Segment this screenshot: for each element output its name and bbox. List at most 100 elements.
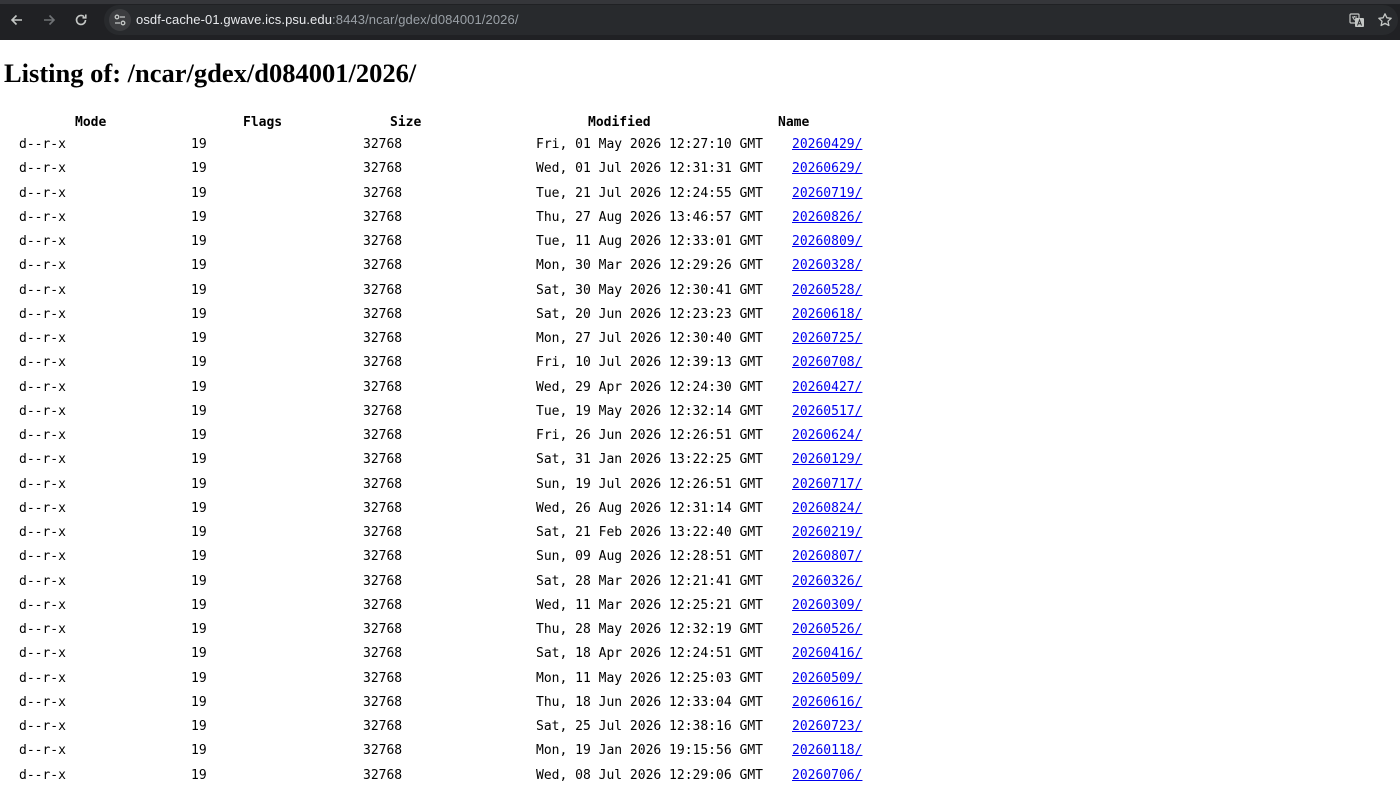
mode-cell: d--r-x [19, 670, 66, 686]
directory-link[interactable]: 20260328/ [792, 258, 862, 273]
table-row: d--r-x 19 32768 Fri, 26 Jun 2026 12:26:51 G… [0, 428, 900, 452]
size-cell: 32768 [363, 719, 403, 734]
flags-cell: 19 [191, 355, 207, 371]
mode-cell: d--r-x [19, 379, 66, 395]
mode-cell: d--r-x [19, 694, 66, 710]
modified-cell: Sat, 21 Feb 2026 13:22:40 GMT [536, 525, 763, 540]
directory-link[interactable]: 20260708/ [792, 355, 862, 370]
flags-cell: 19 [191, 185, 207, 201]
flags-cell: 19 [191, 525, 207, 540]
directory-link[interactable]: 20260118/ [792, 743, 862, 758]
modified-cell: Fri, 26 Jun 2026 12:26:51 GMT [536, 428, 763, 443]
directory-link[interactable]: 20260429/ [792, 137, 862, 152]
page-title: Listing of: /ncar/gdex/d084001/2026/ [4, 58, 417, 88]
table-row: d--r-x 19 32768 Tue, 19 May 2026 12:32:14 G… [0, 404, 900, 428]
modified-cell: Wed, 08 Jul 2026 12:29:06 GMT [536, 767, 763, 783]
translate-icon[interactable] [1346, 9, 1368, 31]
size-cell: 32768 [363, 670, 403, 686]
table-row: d--r-x 19 32768 Tue, 11 Aug 2026 12:33:01 G… [0, 234, 900, 258]
directory-link[interactable]: 20260723/ [792, 719, 862, 734]
directory-link[interactable]: 20260706/ [792, 768, 862, 783]
table-row: d--r-x 19 32768 Wed, 26 Aug 2026 12:31:14 G… [0, 501, 900, 525]
flags-cell: 19 [191, 694, 207, 710]
directory-link[interactable]: 20260629/ [792, 161, 862, 176]
size-cell: 32768 [363, 258, 403, 274]
modified-cell: Sat, 18 Apr 2026 12:24:51 GMT [536, 646, 763, 662]
directory-link[interactable]: 20260219/ [792, 525, 862, 540]
size-cell: 32768 [363, 500, 403, 516]
arrow-left-icon[interactable] [6, 9, 28, 31]
flags-cell: 19 [191, 306, 207, 322]
star-icon[interactable] [1374, 9, 1396, 31]
directory-link[interactable]: 20260725/ [792, 331, 862, 346]
mode-cell: d--r-x [19, 137, 66, 152]
directory-link[interactable]: 20260824/ [792, 501, 862, 516]
directory-link[interactable]: 20260528/ [792, 283, 862, 298]
directory-link[interactable]: 20260618/ [792, 307, 862, 322]
size-cell: 32768 [363, 403, 403, 419]
modified-cell: Tue, 19 May 2026 12:32:14 GMT [536, 403, 763, 419]
flags-cell: 19 [191, 234, 207, 249]
flags-cell: 19 [191, 743, 207, 759]
directory-link[interactable]: 20260807/ [792, 549, 862, 564]
mode-cell: d--r-x [19, 282, 66, 298]
directory-link[interactable]: 20260826/ [792, 210, 862, 225]
table-row: d--r-x 19 32768 Wed, 08 Jul 2026 12:29:06 G… [0, 768, 900, 792]
mode-cell: d--r-x [19, 452, 66, 468]
directory-link[interactable]: 20260509/ [792, 671, 862, 686]
modified-cell: Wed, 26 Aug 2026 12:31:14 GMT [536, 500, 763, 516]
mode-cell: d--r-x [19, 258, 66, 274]
size-cell: 32768 [363, 646, 403, 662]
mode-cell: d--r-x [19, 234, 66, 249]
mode-cell: d--r-x [19, 161, 66, 177]
directory-link[interactable]: 20260616/ [792, 695, 862, 710]
table-row: d--r-x 19 32768 Wed, 11 Mar 2026 12:25:21 G… [0, 598, 900, 622]
directory-link[interactable]: 20260624/ [792, 428, 862, 443]
flags-cell: 19 [191, 767, 207, 783]
flags-cell: 19 [191, 161, 207, 177]
table-row: d--r-x 19 32768 Sat, 31 Jan 2026 13:22:25 G… [0, 452, 900, 476]
directory-link[interactable]: 20260517/ [792, 404, 862, 419]
directory-link[interactable]: 20260717/ [792, 477, 862, 492]
directory-link[interactable]: 20260809/ [792, 234, 862, 249]
url-text[interactable]: osdf-cache-01.gwave.ics.psu.edu:8443/nca… [136, 12, 519, 27]
modified-cell: Tue, 11 Aug 2026 12:33:01 GMT [536, 234, 763, 249]
mode-cell: d--r-x [19, 743, 66, 759]
flags-cell: 19 [191, 597, 207, 613]
size-cell: 32768 [363, 622, 403, 637]
reload-icon[interactable] [70, 9, 92, 31]
table-row: d--r-x 19 32768 Thu, 28 May 2026 12:32:19 G… [0, 622, 900, 646]
table-row: d--r-x 19 32768 Mon, 19 Jan 2026 19:15:56 G… [0, 743, 900, 767]
modified-cell: Sat, 30 May 2026 12:30:41 GMT [536, 282, 763, 298]
table-row: d--r-x 19 32768 Sat, 25 Jul 2026 12:38:16 G… [0, 719, 900, 743]
table-row: d--r-x 19 32768 Sun, 09 Aug 2026 12:28:51 G… [0, 549, 900, 573]
mode-cell: d--r-x [19, 185, 66, 201]
table-row: d--r-x 19 32768 Thu, 18 Jun 2026 12:33:04 G… [0, 695, 900, 719]
mode-cell: d--r-x [19, 209, 66, 225]
size-cell: 32768 [363, 597, 403, 613]
address-bar[interactable]: osdf-cache-01.gwave.ics.psu.edu:8443/nca… [104, 5, 1398, 35]
mode-cell: d--r-x [19, 646, 66, 662]
size-cell: 32768 [363, 428, 403, 443]
table-row: d--r-x 19 32768 Sat, 18 Apr 2026 12:24:51 G… [0, 646, 900, 670]
flags-cell: 19 [191, 622, 207, 637]
directory-link[interactable]: 20260526/ [792, 622, 862, 637]
mode-cell: d--r-x [19, 767, 66, 783]
directory-link[interactable]: 20260416/ [792, 646, 862, 661]
table-row: d--r-x 19 32768 Tue, 21 Jul 2026 12:24:55 G… [0, 186, 900, 210]
directory-link[interactable]: 20260719/ [792, 186, 862, 201]
tune-icon[interactable] [109, 9, 131, 31]
directory-link[interactable]: 20260309/ [792, 598, 862, 613]
size-cell: 32768 [363, 549, 403, 565]
browser-toolbar: osdf-cache-01.gwave.ics.psu.edu:8443/nca… [0, 0, 1400, 40]
size-cell: 32768 [363, 525, 403, 540]
table-row: d--r-x 19 32768 Sat, 21 Feb 2026 13:22:40 G… [0, 525, 900, 549]
directory-link[interactable]: 20260427/ [792, 380, 862, 395]
modified-cell: Mon, 27 Jul 2026 12:30:40 GMT [536, 331, 763, 346]
flags-cell: 19 [191, 646, 207, 662]
size-cell: 32768 [363, 452, 403, 468]
modified-cell: Sat, 28 Mar 2026 12:21:41 GMT [536, 573, 763, 589]
arrow-right-icon[interactable] [38, 9, 60, 31]
directory-link[interactable]: 20260326/ [792, 574, 862, 589]
directory-link[interactable]: 20260129/ [792, 452, 862, 467]
